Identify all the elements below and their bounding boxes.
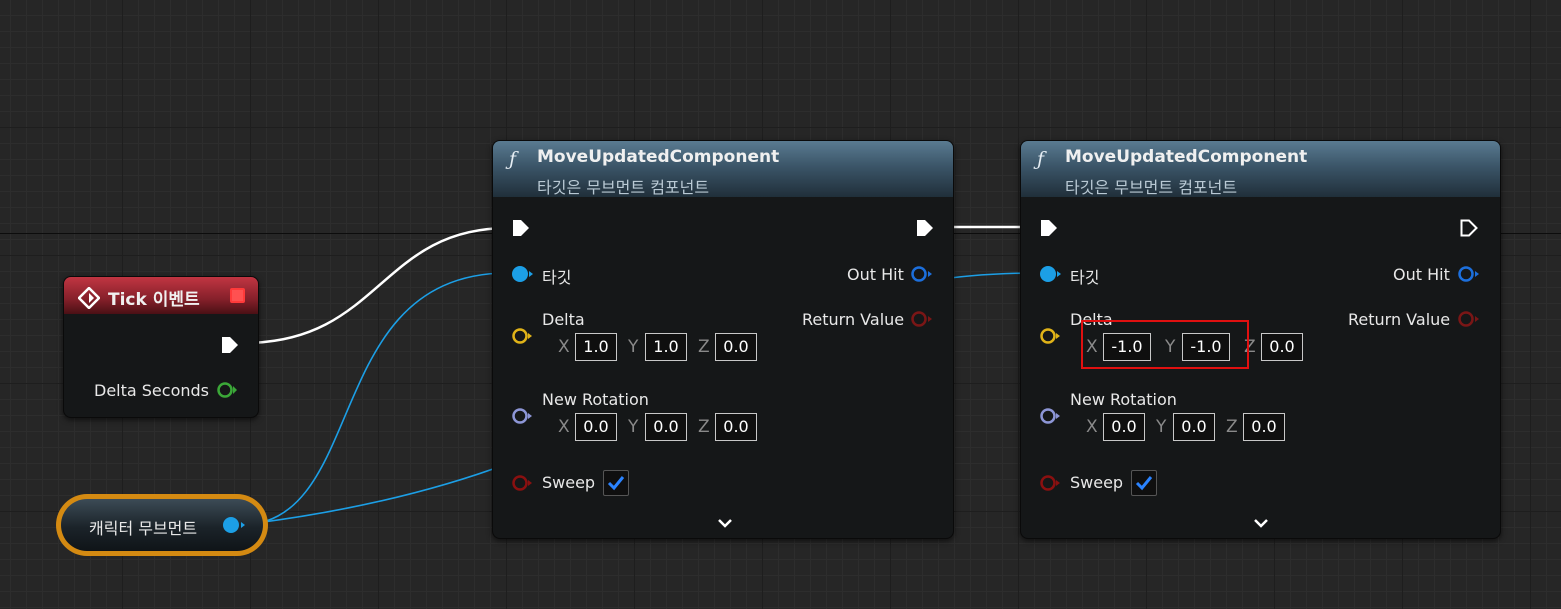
node1-rotation-pin[interactable]: [511, 406, 533, 426]
node1-target-pin[interactable]: [511, 264, 533, 284]
node2-rotation-y-axis: Y: [1156, 417, 1167, 437]
node1-rotation-x-axis: X: [558, 417, 570, 437]
node1-rotation-x-field[interactable]: 0.0: [575, 413, 617, 441]
node2-rotation-z-axis: Z: [1226, 417, 1238, 437]
node1-subtitle: 타깃은 무브먼트 컴포넌트: [537, 178, 710, 197]
node2-expand-chevron-icon[interactable]: [1249, 516, 1273, 532]
target-wire-node1[interactable]: [239, 272, 509, 526]
node2-sweep-pin[interactable]: [1039, 473, 1061, 493]
node2-rotation-x-axis: X: [1086, 417, 1098, 437]
node2-sweep-label: Sweep: [1070, 473, 1124, 492]
node2-target-label: 타깃: [1070, 268, 1100, 287]
checkmark-icon: [1135, 476, 1153, 491]
node2-exec-output-pin[interactable]: [1459, 218, 1479, 238]
node2-target-pin[interactable]: [1039, 264, 1061, 284]
node1-rotation-label: New Rotation: [542, 390, 649, 409]
node1-sweep-pin[interactable]: [511, 473, 533, 493]
node2-exec-input-pin[interactable]: [1039, 218, 1059, 238]
node1-delta-x-axis: X: [558, 337, 570, 357]
node1-delta-y-axis: Y: [628, 337, 639, 357]
node2-delta-pin[interactable]: [1039, 326, 1061, 346]
variable-output-pin[interactable]: [221, 515, 247, 535]
node2-return-value-pin[interactable]: [1456, 309, 1480, 329]
node1-out-hit-pin[interactable]: [909, 264, 933, 284]
move-updated-component-node-1[interactable]: ƒ MoveUpdatedComponent 타깃은 무브먼트 컴포넌트 타깃 …: [492, 140, 954, 539]
function-icon: ƒ: [509, 148, 517, 170]
delta-seconds-pin[interactable]: [216, 380, 238, 400]
event-diamond-icon: [78, 287, 100, 309]
node2-rotation-label: New Rotation: [1070, 390, 1177, 409]
node1-out-hit-label: Out Hit: [847, 265, 904, 284]
variable-body: 캐릭터 무브먼트: [61, 499, 263, 551]
checkmark-icon: [607, 476, 625, 491]
node2-delta-z-field[interactable]: 0.0: [1261, 333, 1303, 361]
node1-delta-z-axis: Z: [698, 337, 710, 357]
node1-exec-output-pin[interactable]: [915, 218, 935, 238]
node2-out-hit-pin[interactable]: [1456, 264, 1480, 284]
node1-target-label: 타깃: [542, 268, 572, 287]
node1-delta-label: Delta: [542, 310, 585, 329]
node1-return-value-pin[interactable]: [909, 309, 933, 329]
node2-rotation-pin[interactable]: [1039, 406, 1061, 426]
node1-rotation-y-field[interactable]: 0.0: [645, 413, 687, 441]
node1-rotation-z-axis: Z: [698, 417, 710, 437]
node1-rotation-z-field[interactable]: 0.0: [715, 413, 757, 441]
node2-rotation-y-field[interactable]: 0.0: [1173, 413, 1215, 441]
node2-return-value-label: Return Value: [1348, 310, 1451, 329]
node1-delta-x-field[interactable]: 1.0: [575, 333, 617, 361]
node1-delta-z-field[interactable]: 0.0: [715, 333, 757, 361]
node1-expand-chevron-icon[interactable]: [713, 516, 737, 532]
node1-delta-pin[interactable]: [511, 326, 533, 346]
delta-seconds-label: Delta Seconds: [94, 381, 209, 400]
node1-sweep-label: Sweep: [542, 473, 596, 492]
node1-return-value-label: Return Value: [802, 310, 905, 329]
node2-rotation-x-field[interactable]: 0.0: [1103, 413, 1145, 441]
tick-exec-output-pin[interactable]: [220, 335, 240, 355]
disabled-marker-icon: [230, 288, 245, 303]
node1-delta-y-field[interactable]: 1.0: [645, 333, 687, 361]
function-icon: ƒ: [1037, 148, 1045, 170]
character-movement-variable[interactable]: 캐릭터 무브먼트: [56, 494, 268, 556]
node1-title: MoveUpdatedComponent: [537, 147, 780, 167]
node2-out-hit-label: Out Hit: [1393, 265, 1450, 284]
node1-sweep-checkbox[interactable]: [603, 470, 629, 496]
exec-wire-tick-to-node1[interactable]: [243, 226, 509, 345]
node2-title: MoveUpdatedComponent: [1065, 147, 1308, 167]
variable-label: 캐릭터 무브먼트: [89, 519, 198, 538]
tick-event-title: Tick 이벤트: [108, 290, 200, 310]
node1-exec-input-pin[interactable]: [511, 218, 531, 238]
node2-rotation-z-field[interactable]: 0.0: [1243, 413, 1285, 441]
node2-subtitle: 타깃은 무브먼트 컴포넌트: [1065, 178, 1238, 197]
node2-sweep-checkbox[interactable]: [1131, 470, 1157, 496]
tick-event-node[interactable]: Tick 이벤트 Delta Seconds: [63, 276, 259, 418]
delta-highlight-box: [1081, 320, 1249, 369]
node1-rotation-y-axis: Y: [628, 417, 639, 437]
